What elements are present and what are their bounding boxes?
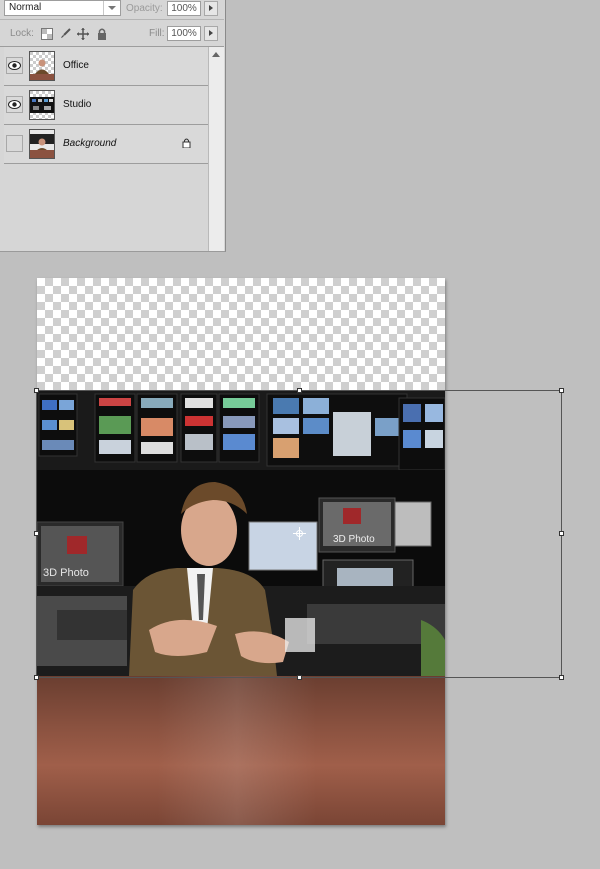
lock-position-move-icon[interactable] [77, 28, 89, 40]
fill-slider-button[interactable] [204, 26, 218, 41]
fill-label: Fill: [149, 28, 165, 39]
transform-handle-top-right[interactable] [559, 388, 564, 393]
visibility-toggle-studio[interactable] [6, 96, 23, 113]
layer-row-office[interactable]: Office [4, 47, 208, 86]
transform-handle-top-left[interactable] [34, 388, 39, 393]
lock-label: Lock: [10, 28, 34, 39]
layer-name-background[interactable]: Background [63, 138, 116, 149]
scroll-up-icon[interactable] [212, 52, 220, 57]
visibility-toggle-office[interactable] [6, 57, 23, 74]
visibility-toggle-background[interactable] [6, 135, 23, 152]
transform-handle-top-center[interactable] [297, 388, 302, 393]
transparent-area [37, 278, 445, 390]
opacity-input[interactable]: 100% [167, 1, 201, 16]
lock-transparency-icon[interactable] [41, 28, 53, 40]
padlock-icon [182, 138, 191, 148]
lock-pixels-brush-icon[interactable] [59, 28, 71, 40]
transform-handle-bottom-center[interactable] [297, 675, 302, 680]
lock-all-icon[interactable] [96, 28, 108, 40]
chevron-down-icon[interactable] [103, 1, 120, 15]
layer-thumbnail-studio [29, 90, 55, 120]
opacity-slider-button[interactable] [204, 1, 218, 16]
layers-panel: Normal Opacity: 100% Lock: Fill: 100% Of… [0, 0, 226, 252]
eye-icon [8, 100, 21, 109]
blend-opacity-row: Normal Opacity: 100% [0, 0, 224, 20]
eye-icon [8, 61, 21, 70]
transform-handle-bottom-right[interactable] [559, 675, 564, 680]
transform-handle-bottom-left[interactable] [34, 675, 39, 680]
fill-input[interactable]: 100% [167, 26, 201, 41]
blend-mode-value: Normal [9, 2, 42, 13]
layer-row-studio[interactable]: Studio [4, 86, 208, 125]
blend-mode-select[interactable]: Normal [4, 0, 121, 16]
layers-scrollbar[interactable] [208, 47, 224, 251]
office-table-surface [37, 676, 445, 825]
lock-fill-row: Lock: Fill: 100% [0, 22, 224, 47]
layer-row-background[interactable]: Background [4, 125, 208, 164]
layer-name-office[interactable]: Office [63, 60, 89, 71]
transform-center-point-icon[interactable] [293, 527, 306, 540]
transform-handle-middle-right[interactable] [559, 531, 564, 536]
layer-thumbnail-background [29, 129, 55, 159]
opacity-label: Opacity: [126, 3, 163, 14]
layer-name-studio[interactable]: Studio [63, 99, 91, 110]
layer-thumbnail-office [29, 51, 55, 81]
transform-handle-middle-left[interactable] [34, 531, 39, 536]
